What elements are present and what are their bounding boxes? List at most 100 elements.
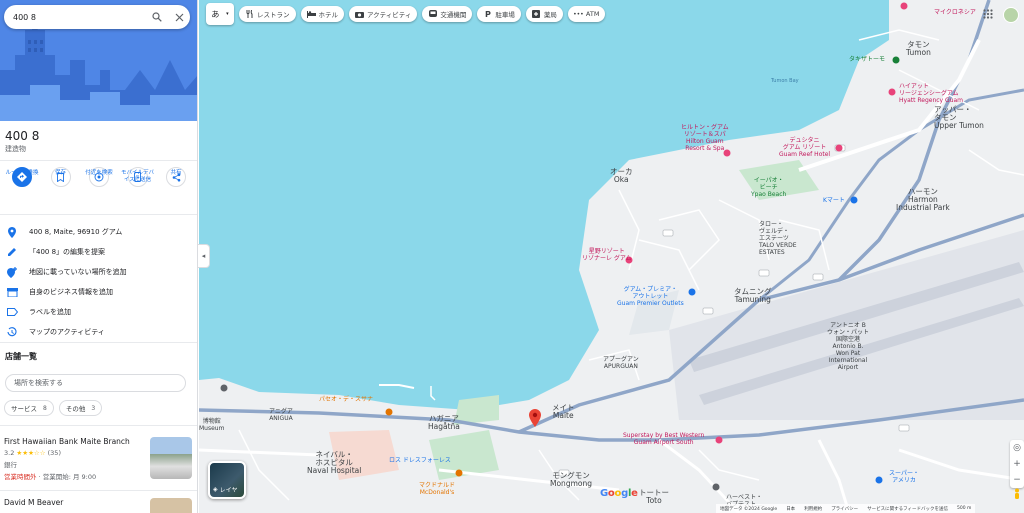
chip-services[interactable]: サービス 8 bbox=[4, 400, 54, 416]
label-icon bbox=[5, 305, 19, 319]
add-business-row[interactable]: 自身のビジネス情報を追加 bbox=[0, 282, 197, 302]
footer-terms-link[interactable]: 利用規約 bbox=[804, 506, 822, 512]
map-label-kmart[interactable]: Kマート bbox=[823, 197, 845, 204]
filter-atm[interactable]: ••• ATM bbox=[567, 6, 606, 22]
business-photo[interactable] bbox=[150, 437, 192, 479]
maps-activity-text: マップのアクティビティ bbox=[29, 328, 105, 336]
save-button[interactable]: 保存 bbox=[44, 167, 78, 187]
selected-location-pin-icon[interactable] bbox=[529, 409, 541, 427]
chip-label: サービス bbox=[11, 405, 37, 413]
add-missing-place-row[interactable]: 地図に載っていない場所を追加 bbox=[0, 262, 197, 282]
pegman-icon[interactable] bbox=[1011, 488, 1023, 500]
address-row[interactable]: 400 8, Maite, 96910 グアム bbox=[0, 222, 197, 242]
map-label-tamon: タモン Tumon bbox=[906, 40, 931, 57]
map-label-hoshino[interactable]: 星野リゾート リゾナーレ グアム bbox=[582, 248, 632, 262]
add-business-text: 自身のビジネス情報を追加 bbox=[29, 288, 113, 296]
map-canvas[interactable]: マイクロネシア タモン Tumon Tumon Bay タキザトーモ ハイアット… bbox=[199, 0, 1024, 513]
atm-icon: ••• bbox=[573, 10, 584, 18]
google-logo: Google bbox=[600, 488, 638, 499]
filter-label: 交通機関 bbox=[440, 11, 467, 19]
place-info-list: 400 8, Maite, 96910 グアム 「400 8」の編集を提案 地図… bbox=[0, 222, 197, 342]
chip-other[interactable]: その他 3 bbox=[58, 400, 103, 416]
action-label: 共有 bbox=[170, 170, 182, 176]
map-label-dusit[interactable]: デュシタニ グアム リゾート Guam Reef Hotel bbox=[779, 137, 830, 158]
footer-region[interactable]: 日本 bbox=[786, 506, 795, 512]
map-label-talo-verde: タロー・ ヴェルデ・ エステーツ TALO VERDE ESTATES bbox=[759, 221, 797, 256]
map-label-ipao: イーパオ・ ビーチ Ypao Beach bbox=[751, 177, 787, 198]
place-type: 建造物 bbox=[5, 145, 26, 153]
search-input[interactable]: 400 8 bbox=[13, 13, 146, 22]
zoom-out-button[interactable]: − bbox=[1010, 472, 1024, 488]
layers-icon: ◈ bbox=[213, 486, 218, 493]
suggest-edit-row[interactable]: 「400 8」の編集を提案 bbox=[0, 242, 197, 262]
add-label-text: ラベルを追加 bbox=[29, 308, 71, 316]
filter-label: レストラン bbox=[257, 11, 290, 19]
account-avatar[interactable] bbox=[1003, 7, 1019, 23]
layers-label-wrap: ◈ レイヤ bbox=[213, 485, 237, 494]
divider bbox=[0, 342, 197, 343]
divider bbox=[0, 490, 197, 491]
nearby-section-title: 店舗一覧 bbox=[5, 352, 37, 361]
map-label-toto: トートー Toto bbox=[639, 488, 669, 505]
action-label: ルート・乗換 bbox=[5, 170, 39, 176]
google-apps-icon[interactable] bbox=[983, 9, 993, 19]
search-box[interactable]: 400 8 bbox=[4, 5, 190, 29]
map-label-upper-tumon: アッパー・ タモン Upper Tumon bbox=[934, 105, 984, 130]
map-label-micronesia-mall[interactable]: マイクロネシア bbox=[934, 9, 976, 16]
input-tools-button[interactable]: あ ▾ bbox=[206, 3, 234, 25]
layers-label: レイヤ bbox=[219, 487, 238, 494]
map-label-paseo[interactable]: パセオ・デ・スサナ bbox=[319, 396, 373, 403]
map-label-ross[interactable]: ロス ドレスフォーレス bbox=[389, 457, 451, 464]
filter-label: ATM bbox=[585, 10, 600, 18]
clear-search-button[interactable] bbox=[168, 6, 190, 28]
directions-button[interactable]: ルート・乗換 bbox=[5, 167, 39, 187]
pharmacy-icon bbox=[532, 10, 541, 19]
review-count: (35) bbox=[47, 449, 61, 457]
location-pin-icon bbox=[5, 225, 19, 239]
map-label-guam-premier[interactable]: グアム・プレミア・ アウトレット Guam Premier Outlets bbox=[617, 286, 684, 307]
transit-icon bbox=[428, 9, 437, 19]
nearby-filter-chips: サービス 8 その他 3 bbox=[4, 400, 103, 416]
send-to-phone-button[interactable]: モバイルデバ イスに送信 bbox=[121, 167, 155, 187]
business-card[interactable]: David M Beaver bbox=[4, 498, 192, 513]
filter-parking[interactable]: P 駐車場 bbox=[477, 6, 521, 22]
footer-privacy-link[interactable]: プライバシー bbox=[831, 506, 858, 512]
search-button[interactable] bbox=[146, 6, 168, 28]
add-label-row[interactable]: ラベルを追加 bbox=[0, 302, 197, 322]
chevron-left-icon: ◂ bbox=[201, 252, 206, 260]
layers-button[interactable]: ◈ レイヤ bbox=[208, 461, 246, 499]
map-label-hyatt[interactable]: ハイアット リージェンシーグアム Hyatt Regency Guam bbox=[899, 83, 963, 104]
business-card[interactable]: First Hawaiian Bank Maite Branch 3.2 ★★★… bbox=[4, 437, 192, 481]
divider bbox=[0, 160, 197, 161]
filter-restaurant[interactable]: レストラン bbox=[239, 6, 296, 22]
filter-pharmacy[interactable]: 薬局 bbox=[525, 6, 563, 22]
chip-count: 8 bbox=[43, 404, 47, 412]
minus-icon: − bbox=[1013, 475, 1021, 485]
business-photo[interactable] bbox=[150, 498, 192, 513]
filter-transit[interactable]: 交通機関 bbox=[422, 6, 473, 22]
nearby-button[interactable]: 付近を検索 bbox=[82, 167, 116, 187]
divider bbox=[0, 425, 197, 426]
my-location-button[interactable]: ◎ bbox=[1010, 440, 1024, 456]
maps-activity-row[interactable]: マップのアクティビティ bbox=[0, 322, 197, 342]
collapse-panel-button[interactable]: ◂ bbox=[198, 244, 210, 268]
map-label-takayama[interactable]: タキザトーモ bbox=[849, 56, 885, 63]
map-label-airport[interactable]: アントニオ B ウォン・パット 国際空港 Antonio B. Won Pat … bbox=[827, 322, 869, 371]
footer-feedback-link[interactable]: サービスに関するフィードバックを送信 bbox=[867, 506, 948, 512]
map-label-oka: オーカ Oka bbox=[610, 167, 633, 184]
map-label-hilton[interactable]: ヒルトン・グアム リゾート＆スパ Hilton Guam Resort & Sp… bbox=[681, 124, 729, 152]
nearby-search-input[interactable]: 場所を検索する bbox=[5, 374, 186, 392]
filter-hotel[interactable]: ホテル bbox=[300, 6, 344, 22]
map-label-mcdonalds[interactable]: マクドナルド McDonald's bbox=[419, 482, 455, 496]
suggest-edit-text: 「400 8」の編集を提案 bbox=[29, 248, 106, 256]
zoom-in-button[interactable]: + bbox=[1010, 456, 1024, 472]
footer-attribution: 地図データ ©2024 Google bbox=[720, 506, 778, 512]
map-label-naval[interactable]: ネイバル・ ホスピタル Naval Hospital bbox=[307, 451, 361, 475]
scale-label[interactable]: 500 m bbox=[957, 506, 971, 511]
action-bar: ルート・乗換 保存 付近を検索 モバイルデバ イスに送信 共有 bbox=[0, 167, 197, 187]
map-label-superstay[interactable]: Superstay by Best Western Guam Airport S… bbox=[623, 432, 704, 446]
filter-activity[interactable]: アクティビティ bbox=[349, 6, 418, 22]
share-button[interactable]: 共有 bbox=[159, 167, 193, 187]
map-label-super[interactable]: スーパー・ アメリカ bbox=[889, 470, 919, 484]
map-label-mongmong: モングモン Mongmong bbox=[550, 471, 592, 488]
